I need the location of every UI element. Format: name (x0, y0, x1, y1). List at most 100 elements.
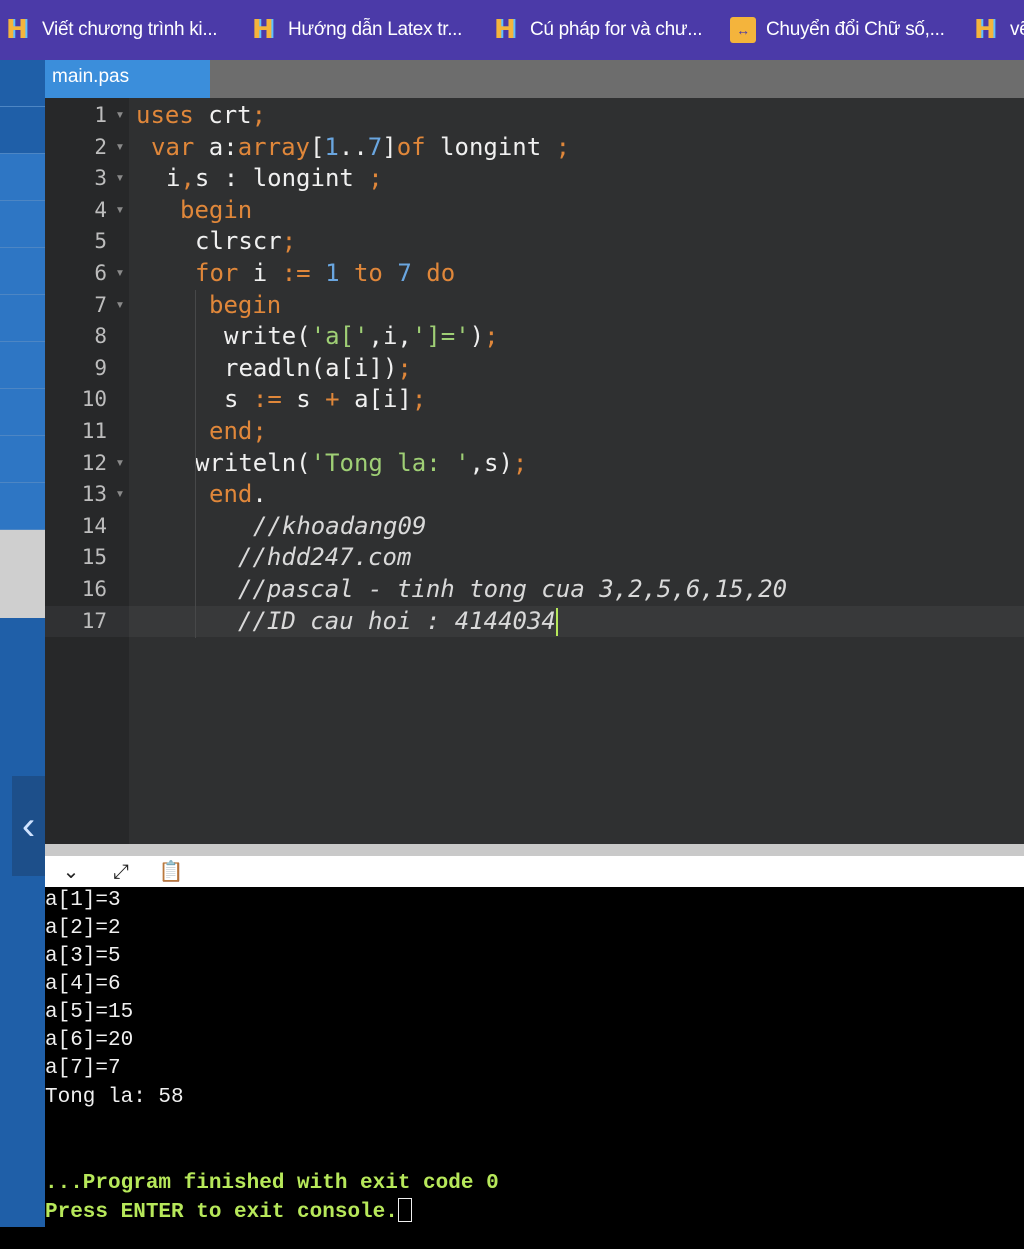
console-line: a[1]=3 (45, 889, 121, 912)
sidebar-row[interactable] (0, 295, 45, 342)
console-line: Tong la: 58 (45, 1086, 184, 1109)
fold-arrow-icon[interactable]: ▼ (115, 132, 125, 164)
hdd-h-icon: H (252, 15, 274, 45)
code-line: 8 write('a[',i,']='); (45, 321, 1024, 353)
bookmark-4[interactable]: ↔ Chuyển đổi Chữ số,... (724, 0, 968, 60)
line-number: 14 (81, 513, 107, 538)
code-text: var a:array[1..7]of longint ; (151, 132, 571, 161)
fold-arrow-icon[interactable]: ▼ (115, 290, 125, 322)
console-line: a[3]=5 (45, 945, 121, 968)
console-toolbar: ⌄ ⤢ 📋 (45, 856, 1024, 887)
fold-arrow-icon[interactable]: ▼ (115, 100, 125, 132)
code-text: end; (209, 417, 267, 445)
hdd-h-icon: H (494, 15, 516, 45)
code-line: 12 ▼ writeln('Tong la: ',s); (45, 448, 1024, 480)
exit-prompt-text: Press ENTER to exit console. (45, 1201, 398, 1224)
line-number: 8 (94, 324, 107, 349)
bookmark-label: Chuyển đổi Chữ số,... (766, 19, 945, 40)
sidebar-ad-area (0, 530, 45, 618)
code-text: i,s : longint ; (166, 164, 383, 193)
code-line: 13 ▼ end. (45, 479, 1024, 511)
code-line-active: 17 //ID cau hoi : 4144034 (45, 605, 1024, 638)
code-text: begin (180, 195, 253, 224)
bottom-edge (0, 1227, 1024, 1249)
code-line: 14 //khoadang09 (45, 511, 1024, 543)
collapse-sidebar-button[interactable]: ‹ (12, 776, 45, 876)
sidebar-row[interactable] (0, 248, 45, 295)
hdd-h-icon: H (974, 15, 996, 45)
sidebar-row[interactable] (0, 342, 45, 389)
code-text: end. (209, 480, 267, 509)
code-comment: //ID cau hoi : 4144034 (238, 606, 558, 636)
code-text: write('a[',i,']='); (224, 322, 499, 351)
chevron-left-icon: ‹ (21, 804, 36, 848)
bookmark-3[interactable]: H Cú pháp for và chư... (488, 0, 724, 60)
line-number: 5 (94, 229, 107, 254)
text-cursor (555, 607, 558, 636)
code-comment: //hdd247.com (238, 543, 412, 572)
line-number: 11 (81, 419, 107, 443)
sidebar-row[interactable] (0, 389, 45, 436)
line-number: 15 (81, 545, 107, 570)
line-number: 10 (81, 387, 107, 412)
editor-tab-bar: main.pas (45, 60, 1024, 98)
sidebar-row[interactable] (0, 107, 45, 154)
code-line: 3 ▼ i,s : longint ; (45, 163, 1024, 195)
expand-icon[interactable]: ⤢ (107, 858, 135, 886)
console-output[interactable]: a[1]=3 a[2]=2 a[3]=5 a[4]=6 a[5]=15 a[6]… (45, 887, 1024, 1227)
chevron-down-icon[interactable]: ⌄ (57, 858, 85, 886)
code-line: 1 ▼ uses crt; (45, 100, 1024, 132)
sidebar-row[interactable] (0, 201, 45, 248)
code-editor[interactable]: 1 ▼ uses crt; 2 ▼ var a:array[1..7]of lo… (45, 98, 1024, 844)
code-text: clrscr; (195, 227, 297, 256)
code-text: readln(a[i]); (224, 353, 412, 382)
indent-guide (195, 480, 196, 638)
line-number: 9 (94, 355, 107, 380)
tab-main-pas[interactable]: main.pas (45, 60, 210, 98)
exit-status: ...Program finished with exit code 0 (45, 1172, 499, 1195)
fold-arrow-icon[interactable]: ▼ (115, 195, 125, 227)
panel-resize-handle[interactable] (45, 844, 1024, 856)
code-text: for i := 1 to 7 do (195, 259, 456, 287)
left-sidebar: ‹ (0, 60, 45, 1249)
code-comment: //pascal - tinh tong cua 3,2,5,6,15,20 (238, 575, 788, 603)
exit-prompt: Press ENTER to exit console. (45, 1198, 412, 1227)
bookmark-2[interactable]: H Hướng dẫn Latex tr... (246, 0, 488, 60)
code-line: 15 //hdd247.com (45, 542, 1024, 574)
fold-arrow-icon[interactable]: ▼ (115, 448, 125, 480)
code-line: 6 ▼ for i := 1 to 7 do (45, 258, 1024, 290)
bookmark-label: Cú pháp for và chư... (530, 19, 703, 40)
indent-guide (195, 290, 196, 480)
code-line: 2 ▼ var a:array[1..7]of longint ; (45, 132, 1024, 164)
fold-arrow-icon[interactable]: ▼ (115, 258, 125, 290)
console-line: a[2]=2 (45, 917, 121, 940)
bookmark-label: vẽ (1010, 19, 1024, 40)
code-text: s := s + a[i]; (224, 385, 427, 414)
code-text: writeln('Tong la: ',s); (195, 448, 528, 477)
console-line: a[4]=6 (45, 973, 121, 996)
fold-arrow-icon[interactable]: ▼ (115, 163, 125, 195)
line-number: 16 (81, 577, 107, 601)
code-text: uses crt; (136, 101, 267, 129)
console-line: a[6]=20 (45, 1029, 134, 1052)
sidebar-row[interactable] (0, 154, 45, 201)
console-line: a[5]=15 (45, 1001, 134, 1024)
fold-arrow-icon[interactable]: ▼ (115, 479, 125, 511)
code-line: 4 ▼ begin (45, 195, 1024, 227)
hdd-h-icon: H (6, 15, 28, 45)
code-line: 16 //pascal - tinh tong cua 3,2,5,6,15,2… (45, 574, 1024, 606)
code-line: 7 ▼ begin (45, 290, 1024, 322)
console-line: a[7]=7 (45, 1057, 121, 1080)
sidebar-row[interactable] (0, 60, 45, 107)
sidebar-row[interactable] (0, 483, 45, 530)
bookmarks-bar: H Viết chương trình ki... H Hướng dẫn La… (0, 0, 1024, 60)
clipboard-icon[interactable]: 📋 (157, 858, 185, 886)
bookmark-label: Viết chương trình ki... (42, 19, 218, 40)
bookmark-5[interactable]: H vẽ (968, 0, 1024, 60)
code-comment: //khoadang09 (253, 511, 427, 540)
console-cursor (397, 1198, 412, 1222)
bookmark-1[interactable]: H Viết chương trình ki... (0, 0, 246, 60)
sidebar-row[interactable] (0, 436, 45, 483)
code-line: 10 s := s + a[i]; (45, 384, 1024, 416)
code-text: begin (209, 290, 282, 319)
